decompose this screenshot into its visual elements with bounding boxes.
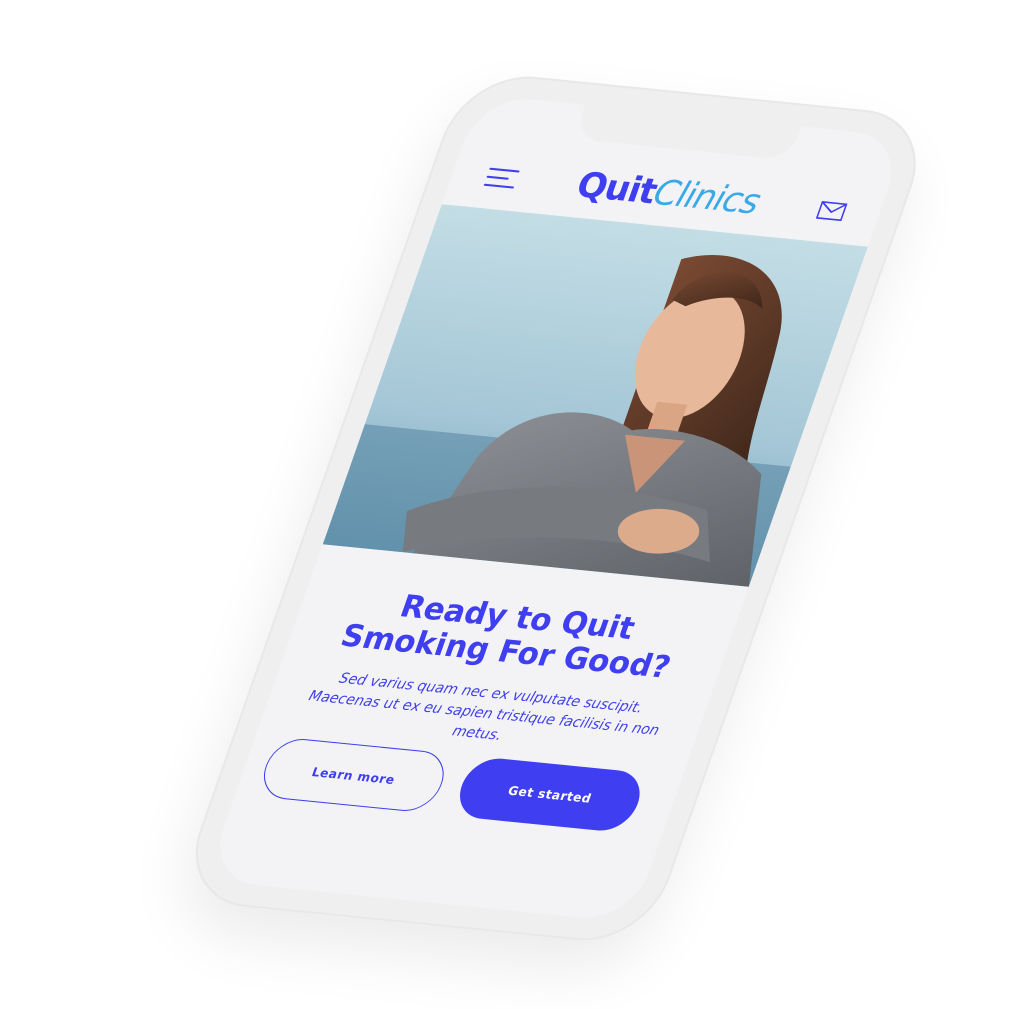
learn-more-button[interactable]: Learn more bbox=[255, 736, 453, 814]
phone-screen: QuitClinics Ready to Quit Smoking For Go… bbox=[205, 94, 907, 923]
logo-text-quit: Quit bbox=[570, 164, 662, 213]
stage: QuitClinics Ready to Quit Smoking For Go… bbox=[0, 0, 1024, 1009]
hero-image bbox=[322, 204, 868, 587]
hamburger-menu-icon[interactable] bbox=[483, 166, 521, 191]
hero-content: Ready to Quit Smoking For Good? Sed vari… bbox=[261, 556, 745, 765]
phone-notch bbox=[573, 104, 802, 161]
envelope-icon[interactable] bbox=[815, 201, 848, 222]
get-started-button[interactable]: Get started bbox=[451, 755, 649, 834]
phone-frame: QuitClinics Ready to Quit Smoking For Go… bbox=[175, 70, 936, 947]
phone-mockup: QuitClinics Ready to Quit Smoking For Go… bbox=[175, 70, 936, 947]
logo-text-clinics: Clinics bbox=[647, 172, 766, 223]
hero-photo-illustration bbox=[322, 204, 868, 587]
brand-logo[interactable]: QuitClinics bbox=[551, 163, 785, 225]
